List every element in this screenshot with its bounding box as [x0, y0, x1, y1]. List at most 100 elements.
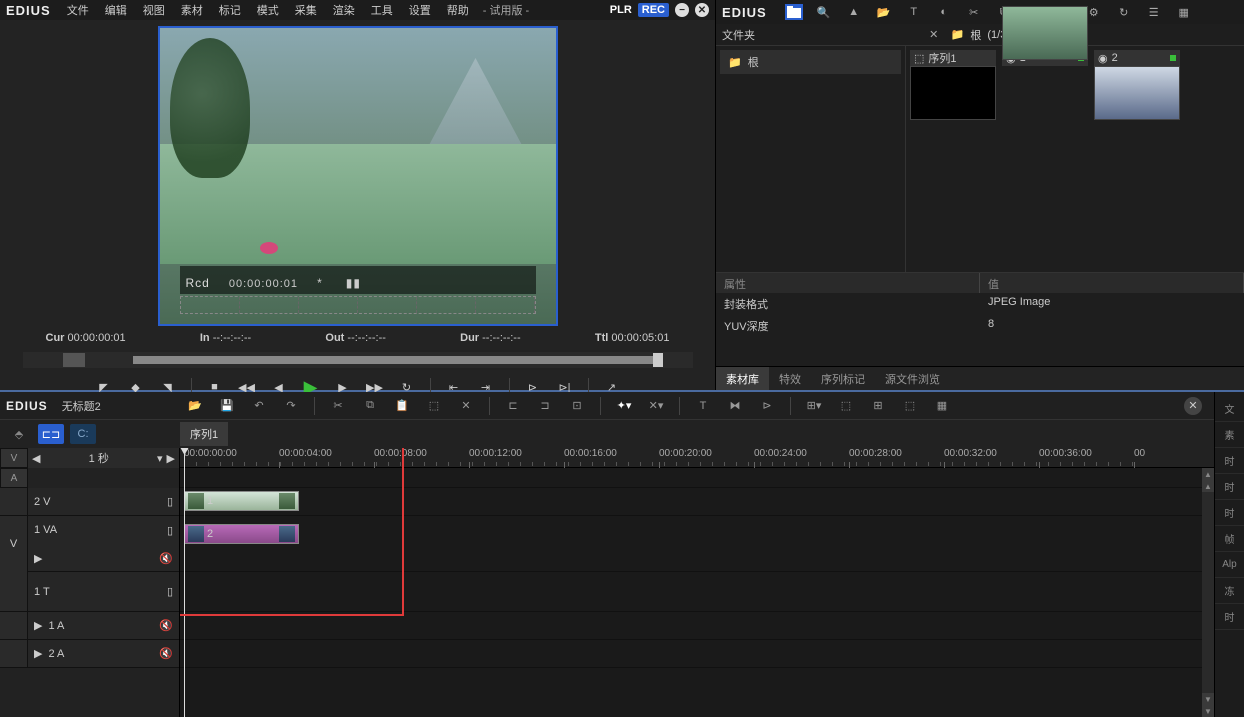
copy-icon[interactable]: ⧉ — [361, 397, 379, 415]
v-stub[interactable]: V — [0, 516, 28, 572]
playhead[interactable] — [184, 448, 185, 717]
title-track-icon[interactable]: ▯ — [167, 585, 173, 598]
track-header-2a[interactable]: ▶2 A 🔇 — [0, 640, 179, 668]
track-lane-2v[interactable]: ⇄ 1 — [180, 488, 1214, 516]
scale-left-icon[interactable]: ◀ — [32, 452, 40, 465]
clip-2[interactable]: 2 — [184, 524, 299, 544]
clear-icon[interactable]: ✕ — [925, 27, 943, 43]
track-lane-1a[interactable]: ⇄ — [180, 612, 1214, 640]
side-tab[interactable]: 素 — [1215, 422, 1244, 448]
mode-insert-icon[interactable]: ⊏⊐ — [38, 424, 64, 444]
menu-edit[interactable]: 编辑 — [99, 0, 133, 20]
menu-clip[interactable]: 素材 — [175, 0, 209, 20]
track-header-1a[interactable]: ▶1 A 🔇 — [0, 612, 179, 640]
scale-dropdown-icon[interactable]: ▾ — [157, 452, 163, 465]
tab-seq-markers[interactable]: 序列标记 — [811, 367, 875, 390]
mode-normal-icon[interactable]: ⬘ — [6, 424, 32, 444]
video-icon[interactable]: ▯ — [167, 495, 173, 508]
expand-icon[interactable]: ▶ — [34, 552, 42, 565]
track-matte-icon[interactable]: ▦ — [933, 397, 951, 415]
side-tab[interactable]: 时 — [1215, 474, 1244, 500]
cut-icon[interactable]: ✂ — [965, 4, 983, 20]
transition-icon[interactable]: ⧓ — [726, 397, 744, 415]
timeline-ruler[interactable]: 00:00:00:0000:00:04:0000:00:08:0000:00:1… — [180, 448, 1214, 468]
close-icon[interactable]: ✕ — [695, 3, 709, 17]
menu-mode[interactable]: 模式 — [251, 0, 285, 20]
scroll-up-icon[interactable]: ▲ — [1202, 480, 1214, 492]
viewer-scrubber[interactable] — [23, 352, 693, 368]
bin-item-2[interactable]: ◉2 — [1094, 50, 1180, 120]
link-icon[interactable]: ⬚ — [837, 397, 855, 415]
folder-icon[interactable] — [785, 4, 803, 20]
save-icon[interactable]: 💾 — [218, 397, 236, 415]
paste-icon[interactable]: 📋 — [393, 397, 411, 415]
tab-source-browser[interactable]: 源文件浏览 — [875, 367, 950, 390]
timeline-close-icon[interactable]: ✕ — [1184, 397, 1202, 415]
open-folder-icon[interactable]: 📂 — [875, 4, 893, 20]
list-icon[interactable]: ☰ — [1145, 4, 1163, 20]
scroll-down-icon[interactable]: ▼ — [1202, 693, 1214, 705]
v-patch[interactable]: V — [0, 448, 28, 468]
group-icon[interactable]: ⊡ — [568, 397, 586, 415]
crop-icon[interactable]: ◐ — [935, 4, 953, 20]
expand-icon[interactable]: ▶ — [34, 647, 42, 660]
scroll-down-icon[interactable]: ▼ — [1202, 705, 1214, 717]
scroll-up-icon[interactable]: ▲ — [1202, 468, 1214, 480]
ripple-icon[interactable]: ⊏ — [504, 397, 522, 415]
clip-1[interactable]: 1 — [184, 491, 299, 511]
a-patch[interactable]: A — [0, 468, 28, 488]
timeline-scale-control[interactable]: ◀ 1 秒 ▾ ▶ — [28, 448, 179, 468]
side-tab[interactable]: Alp — [1215, 552, 1244, 578]
sequence-tab[interactable]: 序列1 — [180, 422, 228, 446]
minimize-icon[interactable]: − — [675, 3, 689, 17]
ripple2-icon[interactable]: ⊐ — [536, 397, 554, 415]
title-tool-icon[interactable]: T — [694, 397, 712, 415]
side-tab[interactable]: 时 — [1215, 604, 1244, 630]
mode-overwrite-icon[interactable]: C: — [70, 424, 96, 444]
menu-capture[interactable]: 采集 — [289, 0, 323, 20]
up-icon[interactable]: ▲ — [845, 4, 863, 20]
side-tab[interactable]: 文 — [1215, 396, 1244, 422]
track-header-1va[interactable]: V 1 VA▯ ▶🔇 — [0, 516, 179, 572]
tree-root-item[interactable]: 📁 根 — [720, 50, 901, 74]
menu-file[interactable]: 文件 — [61, 0, 95, 20]
redo-icon[interactable]: ↷ — [282, 397, 300, 415]
default-trans-icon[interactable]: ⊳ — [758, 397, 776, 415]
menu-render[interactable]: 渲染 — [327, 0, 361, 20]
track-header-2v[interactable]: 2 V ▯ — [0, 488, 179, 516]
bin-item-1[interactable]: ◉1 — [1002, 50, 1088, 120]
menu-marker[interactable]: 标记 — [213, 0, 247, 20]
proxy-icon[interactable]: ⬚ — [901, 397, 919, 415]
mute-icon[interactable]: 🔇 — [159, 552, 173, 565]
search-icon[interactable]: 🔍 — [815, 4, 833, 20]
timeline-tracks[interactable]: 00:00:00:0000:00:04:0000:00:08:0000:00:1… — [180, 448, 1214, 717]
menu-tools[interactable]: 工具 — [365, 0, 399, 20]
track-header-1t[interactable]: 1 T ▯ — [0, 572, 179, 612]
video-icon[interactable]: ▯ — [167, 524, 173, 537]
menu-view[interactable]: 视图 — [137, 0, 171, 20]
side-tab[interactable]: 冻 — [1215, 578, 1244, 604]
expand-icon[interactable]: ▶ — [34, 619, 42, 632]
timeline-vscroll[interactable]: ▲ ▲ ▼ ▼ — [1202, 468, 1214, 717]
mute-icon[interactable]: 🔇 — [159, 647, 173, 660]
track-lane-1t[interactable]: ⇄ — [180, 572, 1214, 612]
track-lane-2a[interactable]: ⇄ — [180, 640, 1214, 668]
scale-right-icon[interactable]: ▶ — [167, 452, 175, 465]
grid-icon[interactable]: ▦ — [1175, 4, 1193, 20]
paste-insert-icon[interactable]: ⬚ — [425, 397, 443, 415]
side-tab[interactable]: 时 — [1215, 500, 1244, 526]
cut-icon[interactable]: ✂ — [329, 397, 347, 415]
delete-gap-icon[interactable]: ✕▾ — [647, 397, 665, 415]
bin-item-sequence[interactable]: ⬚序列1 — [910, 50, 996, 120]
video-frame[interactable]: Rcd 00:00:00:01 * ▮▮ — [158, 26, 558, 326]
undo-icon[interactable]: ↶ — [250, 397, 268, 415]
menu-help[interactable]: 帮助 — [441, 0, 475, 20]
tab-bin[interactable]: 素材库 — [716, 367, 769, 390]
tab-effects[interactable]: 特效 — [769, 367, 811, 390]
side-tab[interactable]: 帧 — [1215, 526, 1244, 552]
razor-icon[interactable]: ✦▾ — [615, 397, 633, 415]
side-tab[interactable]: 时 — [1215, 448, 1244, 474]
refresh-icon[interactable]: ↻ — [1115, 4, 1133, 20]
multicam-icon[interactable]: ⊞ — [869, 397, 887, 415]
title-icon[interactable]: T — [905, 4, 923, 20]
